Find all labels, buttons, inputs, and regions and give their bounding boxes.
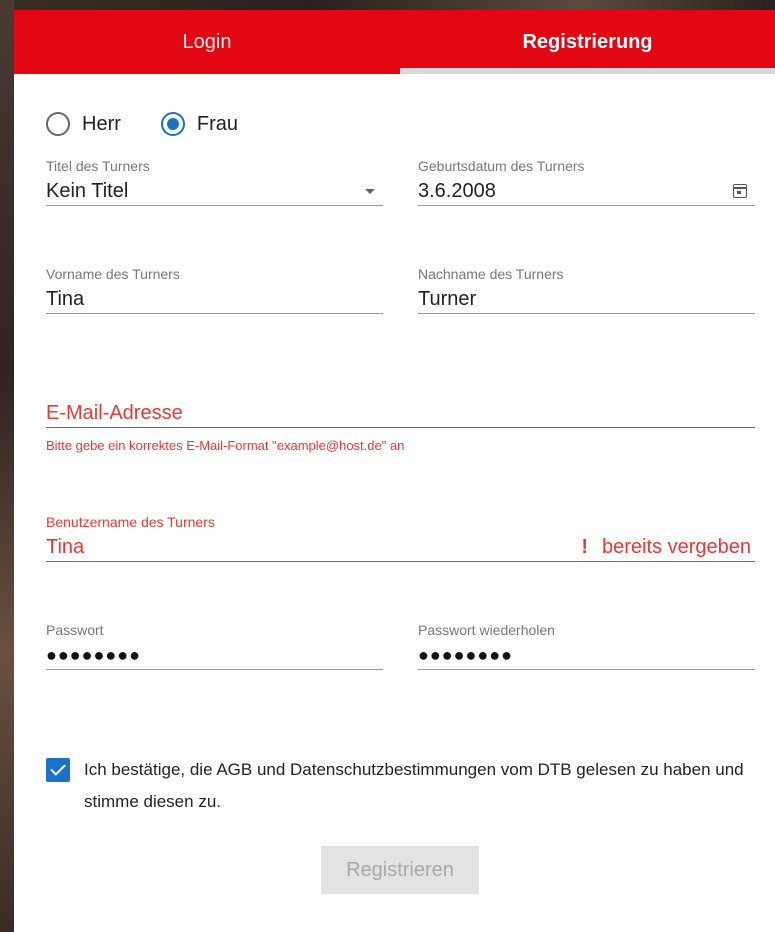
- firstname-field[interactable]: Vorname des Turners Tina: [46, 266, 383, 314]
- error-exclamation-icon: !: [581, 536, 589, 558]
- firstname-input[interactable]: Tina: [46, 284, 383, 314]
- title-select[interactable]: Kein Titel: [46, 176, 383, 206]
- password-repeat-input[interactable]: ●●●●●●●●: [418, 640, 755, 670]
- radio-herr-label: Herr: [82, 112, 121, 135]
- radio-frau-label: Frau: [196, 112, 239, 135]
- register-button[interactable]: Registrieren: [321, 846, 479, 894]
- tab-registrierung[interactable]: Registrierung: [400, 10, 775, 74]
- email-field[interactable]: E-Mail-Adresse Bitte gebe ein korrektes …: [46, 398, 755, 453]
- tab-login[interactable]: Login: [14, 10, 400, 74]
- radio-herr[interactable]: Herr: [46, 112, 121, 136]
- firstname-label: Vorname des Turners: [46, 266, 180, 282]
- active-tab-indicator: [400, 68, 775, 74]
- username-value: Tina: [46, 536, 85, 558]
- birthdate-value: 3.6.2008: [418, 180, 496, 202]
- email-error-message: Bitte gebe ein korrektes E-Mail-Format "…: [46, 438, 405, 453]
- gender-radio-group: Herr Frau: [46, 112, 278, 136]
- email-input[interactable]: E-Mail-Adresse: [46, 398, 755, 428]
- radio-frau-circle[interactable]: [160, 112, 185, 136]
- registration-panel: Login Registrierung Herr Frau Titel des …: [14, 10, 775, 932]
- consent-text: Ich bestätige, die AGB und Datenschutzbe…: [84, 760, 744, 811]
- password-field[interactable]: Passwort ●●●●●●●●: [46, 622, 383, 670]
- calendar-icon[interactable]: [733, 184, 747, 198]
- birthdate-input[interactable]: 3.6.2008: [418, 176, 755, 206]
- password-repeat-label: Passwort wiederholen: [418, 622, 555, 638]
- password-repeat-field[interactable]: Passwort wiederholen ●●●●●●●●: [418, 622, 755, 670]
- consent-checkbox[interactable]: [46, 758, 70, 782]
- background-left: [0, 0, 14, 932]
- radio-frau[interactable]: Frau: [160, 112, 239, 136]
- birthdate-field[interactable]: Geburtsdatum des Turners 3.6.2008: [418, 158, 755, 206]
- username-label: Benutzername des Turners: [46, 514, 215, 530]
- username-taken-text: bereits vergeben: [602, 536, 751, 558]
- title-value: Kein Titel: [46, 180, 129, 202]
- dropdown-arrow-icon[interactable]: [365, 189, 375, 194]
- username-taken-message: ! bereits vergeben: [581, 532, 751, 562]
- title-field[interactable]: Titel des Turners Kein Titel: [46, 158, 383, 206]
- background-top: [0, 0, 775, 10]
- consent-row: Ich bestätige, die AGB und Datenschutzbe…: [46, 754, 746, 818]
- radio-herr-circle[interactable]: [46, 112, 70, 136]
- username-field[interactable]: Benutzername des Turners Tina ! bereits v…: [46, 514, 755, 562]
- lastname-label: Nachname des Turners: [418, 266, 564, 282]
- title-label: Titel des Turners: [46, 158, 150, 174]
- birthdate-label: Geburtsdatum des Turners: [418, 158, 585, 174]
- password-input[interactable]: ●●●●●●●●: [46, 640, 383, 670]
- username-input[interactable]: Tina ! bereits vergeben: [46, 532, 755, 562]
- lastname-field[interactable]: Nachname des Turners Turner: [418, 266, 755, 314]
- lastname-input[interactable]: Turner: [418, 284, 755, 314]
- password-label: Passwort: [46, 622, 104, 638]
- tab-bar: Login Registrierung: [14, 10, 775, 74]
